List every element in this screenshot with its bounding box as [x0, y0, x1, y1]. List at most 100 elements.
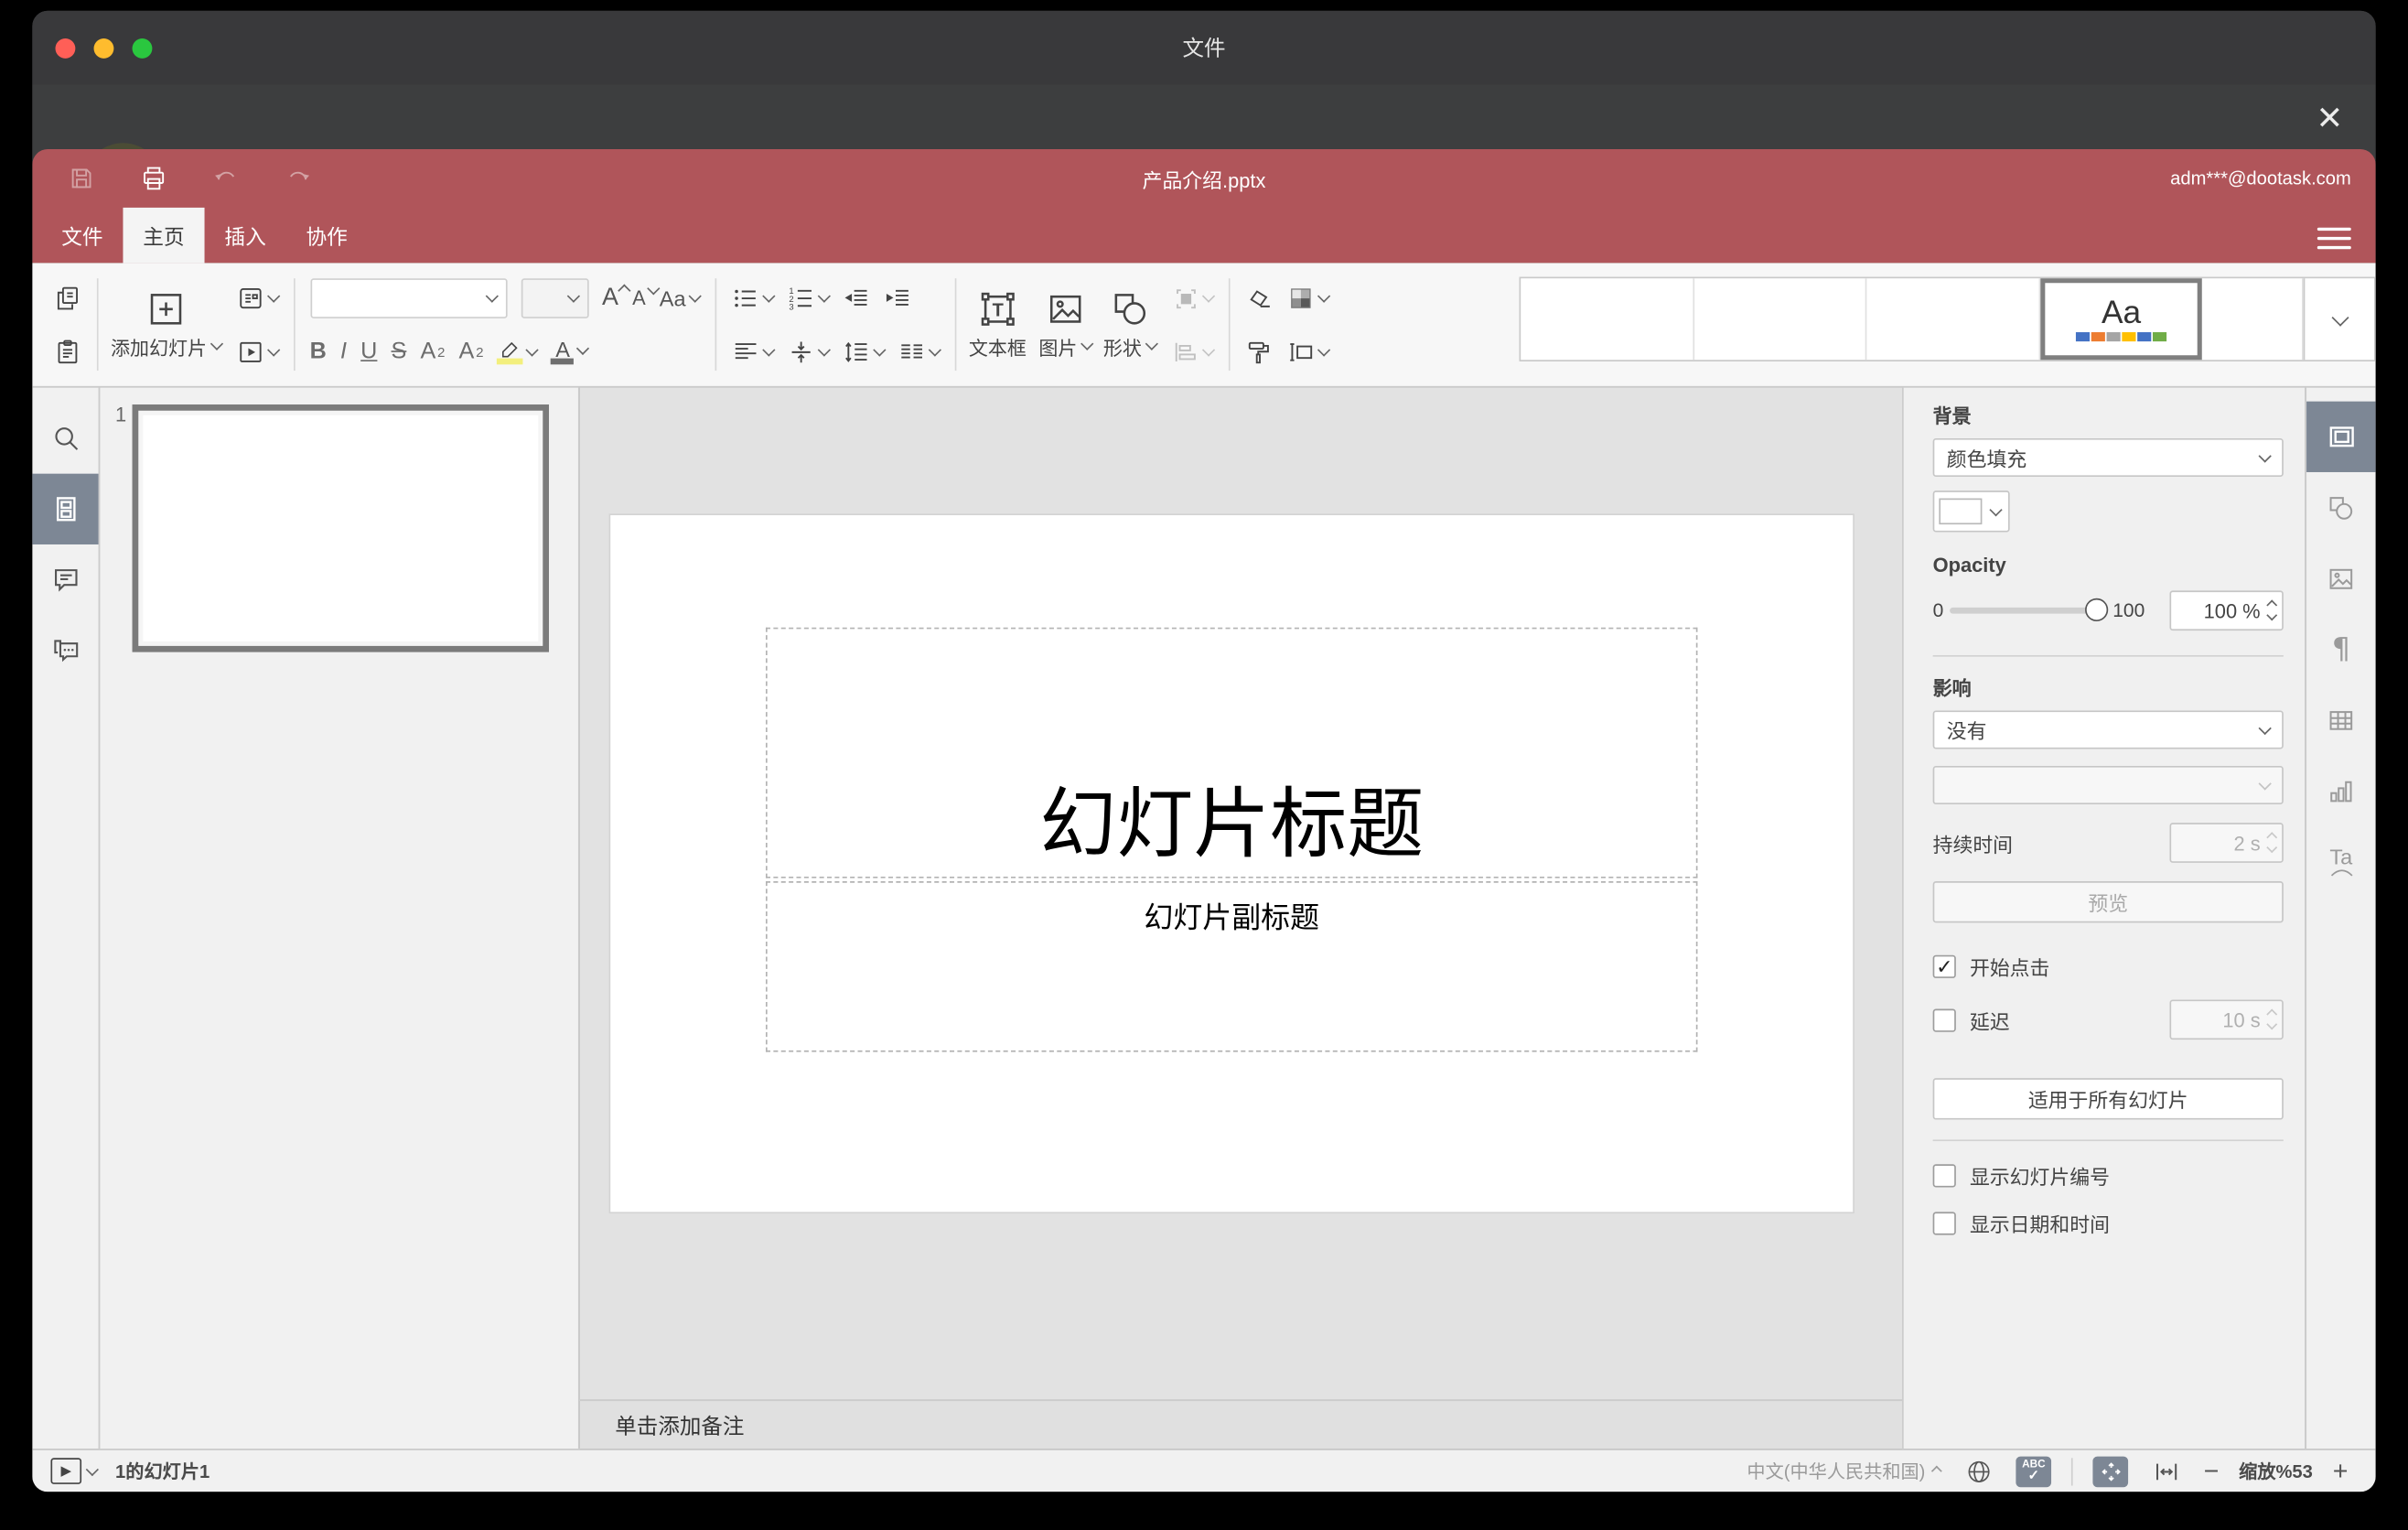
- slide-thumbnail[interactable]: [132, 404, 550, 652]
- superscript-button[interactable]: A2: [420, 339, 445, 365]
- table-settings-icon[interactable]: [2306, 684, 2376, 755]
- fit-to-slide-icon[interactable]: [2092, 1455, 2129, 1487]
- copy-style-button[interactable]: [1245, 338, 1273, 365]
- horizontal-align-button[interactable]: [732, 338, 776, 365]
- tab-home[interactable]: 主页: [123, 207, 205, 264]
- color-scheme-button[interactable]: [1286, 284, 1330, 311]
- vertical-align-button[interactable]: [787, 338, 831, 365]
- strikethrough-button[interactable]: S: [392, 339, 407, 365]
- svg-text:3: 3: [789, 302, 793, 312]
- font-size-combo[interactable]: [520, 277, 588, 318]
- start-slideshow-button[interactable]: [236, 338, 280, 365]
- chart-settings-icon[interactable]: [2306, 755, 2376, 825]
- slide-canvas[interactable]: 幻灯片标题 幻灯片副标题: [579, 387, 1903, 1400]
- arrange-button[interactable]: [1171, 284, 1215, 311]
- document-title: 产品介绍.pptx: [1142, 168, 1266, 192]
- opacity-slider-knob[interactable]: [2084, 598, 2109, 622]
- insert-textbox-button[interactable]: T 文本框: [962, 263, 1032, 385]
- tab-insert[interactable]: 插入: [205, 208, 286, 264]
- tab-collaboration[interactable]: 协作: [286, 208, 368, 264]
- paragraph-settings-icon[interactable]: ¶: [2306, 614, 2376, 684]
- theme-gallery-expand-button[interactable]: [2303, 278, 2374, 361]
- line-spacing-button[interactable]: [843, 338, 887, 365]
- title-placeholder[interactable]: 幻灯片标题: [765, 627, 1698, 878]
- delay-checkbox[interactable]: ✓: [1932, 1007, 1956, 1031]
- opacity-slider[interactable]: [1950, 598, 2109, 622]
- search-icon[interactable]: [32, 403, 98, 473]
- spellcheck-icon[interactable]: ABC ✓: [2016, 1455, 2052, 1487]
- numbering-button[interactable]: 123: [787, 284, 831, 312]
- start-on-click-row[interactable]: ✓ 开始点击: [1932, 952, 2284, 981]
- slides-panel-icon[interactable]: [32, 473, 99, 544]
- opacity-spinner[interactable]: 100 %: [2169, 590, 2284, 631]
- insert-shape-button[interactable]: 形状: [1097, 263, 1162, 385]
- language-selector[interactable]: 中文(中华人民共和国): [1747, 1458, 1942, 1484]
- close-icon[interactable]: ✕: [2308, 97, 2351, 140]
- print-icon[interactable]: [138, 163, 169, 194]
- decrease-font-button[interactable]: A: [632, 282, 661, 309]
- slide-indicator: 1的幻灯片1: [115, 1460, 210, 1483]
- screen: 文件 ✕ 产品介绍.pptx adm***@dootask.com 文件 主页 …: [0, 0, 2408, 1530]
- slide-size-button[interactable]: [1286, 338, 1330, 365]
- zoom-in-button[interactable]: +: [2333, 1458, 2349, 1484]
- underline-button[interactable]: U: [360, 339, 377, 365]
- theme-empty-4[interactable]: [2202, 278, 2304, 361]
- effect-dropdown[interactable]: 没有: [1932, 710, 2284, 749]
- delay-row: ✓ 延迟 10 s: [1932, 999, 2284, 1040]
- shape-settings-icon[interactable]: [2306, 472, 2376, 543]
- preview-button[interactable]: 预览: [1932, 881, 2284, 923]
- subtitle-placeholder[interactable]: 幻灯片副标题: [765, 881, 1698, 1052]
- zoom-out-button[interactable]: −: [2204, 1458, 2220, 1484]
- add-slide-button[interactable]: 添加幻灯片: [104, 263, 227, 385]
- redo-icon[interactable]: [283, 163, 314, 194]
- effect-variant-dropdown[interactable]: [1932, 765, 2284, 805]
- delay-spinner[interactable]: 10 s: [2169, 999, 2284, 1040]
- slide-layout-button[interactable]: [236, 284, 280, 311]
- clear-style-button[interactable]: [1245, 284, 1273, 311]
- show-date-time-row[interactable]: ✓ 显示日期和时间: [1932, 1209, 2284, 1238]
- insert-image-button[interactable]: 图片: [1033, 263, 1098, 385]
- show-slide-number-checkbox[interactable]: ✓: [1932, 1164, 1956, 1188]
- image-settings-icon[interactable]: [2306, 543, 2376, 613]
- fit-to-width-icon[interactable]: [2148, 1456, 2184, 1487]
- bullets-button[interactable]: [732, 284, 776, 311]
- columns-button[interactable]: [898, 338, 941, 365]
- theme-empty-2[interactable]: [1694, 278, 1867, 361]
- theme-selected[interactable]: Aa: [2040, 278, 2202, 361]
- tab-file[interactable]: 文件: [41, 208, 123, 264]
- font-name-combo[interactable]: [309, 277, 507, 318]
- menu-icon[interactable]: [2317, 227, 2351, 250]
- save-icon[interactable]: [66, 163, 97, 194]
- apply-to-all-slides-button[interactable]: 适用于所有幻灯片: [1932, 1078, 2284, 1120]
- highlight-color-button[interactable]: [497, 339, 540, 365]
- bold-button[interactable]: B: [310, 339, 327, 365]
- comments-icon[interactable]: [32, 544, 98, 615]
- show-date-time-checkbox[interactable]: ✓: [1932, 1212, 1956, 1235]
- theme-empty-3[interactable]: [1867, 278, 2041, 361]
- textart-settings-icon[interactable]: Ta: [2306, 826, 2376, 897]
- fill-color-picker[interactable]: [1932, 490, 2010, 533]
- undo-icon[interactable]: [210, 163, 242, 194]
- increase-font-button[interactable]: A: [602, 283, 631, 311]
- font-color-button[interactable]: A: [551, 337, 590, 365]
- fill-type-dropdown[interactable]: 颜色填充: [1932, 437, 2284, 478]
- slide[interactable]: 幻灯片标题 幻灯片副标题: [610, 515, 1854, 1212]
- copy-button[interactable]: [54, 284, 81, 311]
- theme-empty-1[interactable]: [1521, 278, 1694, 361]
- decrease-indent-button[interactable]: [843, 284, 870, 311]
- image-label: 图片: [1038, 337, 1078, 360]
- start-on-click-checkbox[interactable]: ✓: [1932, 954, 1956, 978]
- start-slideshow-status-button[interactable]: ▶: [50, 1458, 99, 1484]
- notes-area[interactable]: 单击添加备注: [579, 1399, 1903, 1449]
- chat-icon[interactable]: [32, 615, 98, 685]
- change-case-button[interactable]: Aa: [660, 286, 702, 310]
- show-slide-number-row[interactable]: ✓ 显示幻灯片编号: [1932, 1161, 2284, 1191]
- align-objects-button[interactable]: [1171, 338, 1215, 365]
- duration-spinner[interactable]: 2 s: [2169, 823, 2284, 863]
- paste-button[interactable]: [54, 338, 81, 365]
- increase-indent-button[interactable]: [884, 284, 911, 311]
- subscript-button[interactable]: A2: [459, 339, 484, 365]
- italic-button[interactable]: I: [340, 339, 347, 365]
- slide-settings-icon[interactable]: [2306, 401, 2376, 472]
- document-language-icon[interactable]: [1961, 1456, 1996, 1487]
